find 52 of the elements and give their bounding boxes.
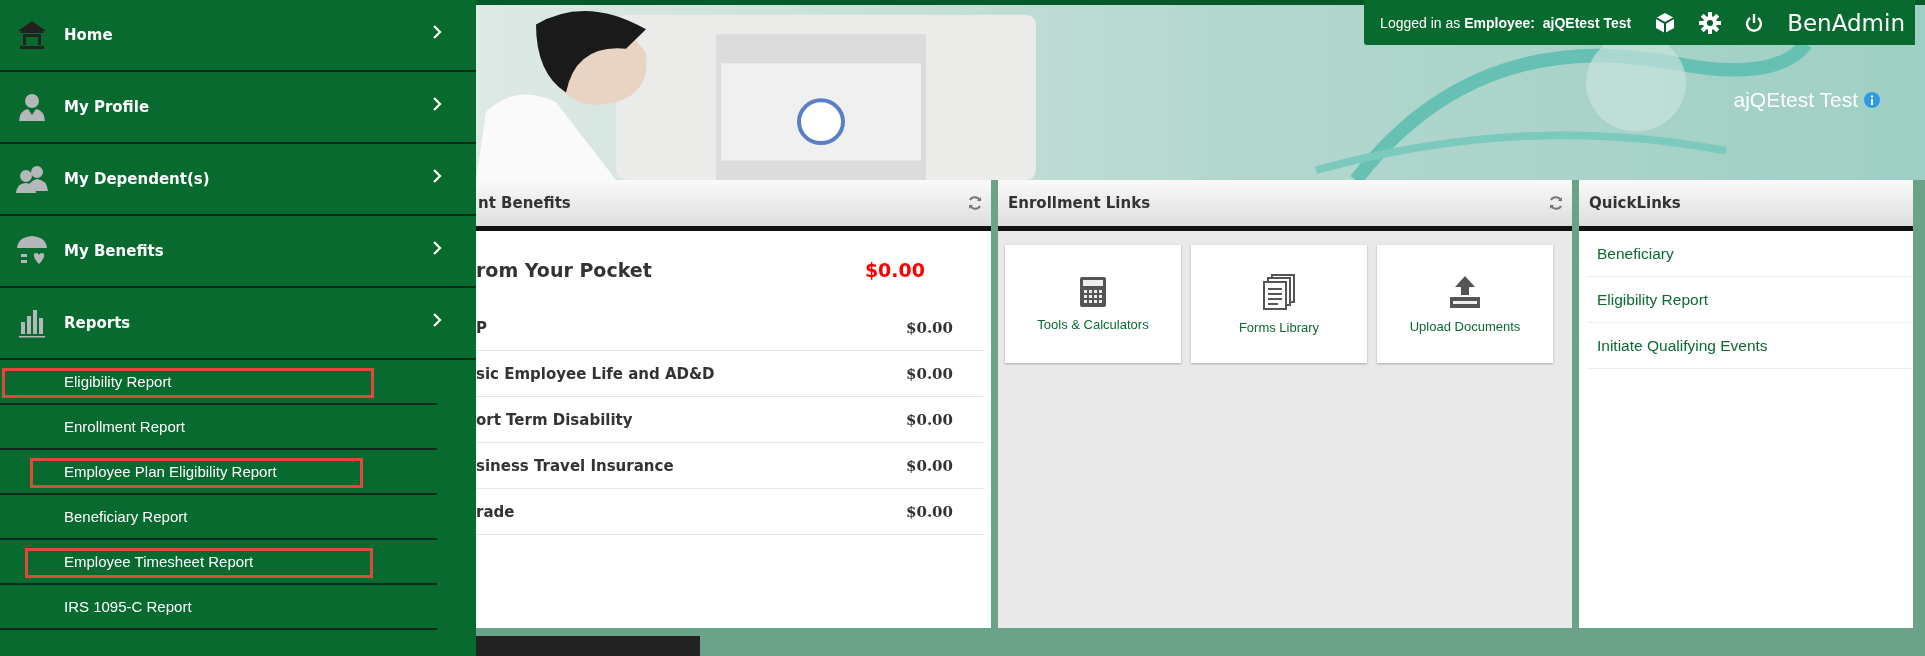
sidebar-subitem[interactable]: Beneficiary Report: [0, 495, 437, 540]
login-status: Logged in as Employee: ajQEtest Test: [1380, 14, 1632, 31]
quick-link[interactable]: Beneficiary: [1587, 231, 1913, 277]
cube-icon[interactable]: [1655, 11, 1676, 34]
benefit-name: ort Term Disability: [476, 410, 633, 429]
refresh-icon[interactable]: [1548, 195, 1564, 211]
benefit-name: sic Employee Life and AD&D: [476, 364, 715, 383]
sidebar-item[interactable]: My Profile: [0, 72, 476, 144]
total-amount: $0.00: [864, 259, 925, 281]
benefit-amount: $0.00: [906, 502, 953, 521]
documents-icon: [1262, 273, 1296, 310]
people-icon: [15, 163, 49, 195]
sidebar-item[interactable]: Home: [0, 0, 476, 72]
panel-title: nt Benefits: [478, 194, 571, 212]
quick-link[interactable]: Initiate Qualifying Events: [1587, 323, 1913, 369]
sidebar-item[interactable]: My Dependent(s): [0, 144, 476, 216]
brand-name: BenAdmin: [1787, 9, 1905, 36]
sidebar-subitem[interactable]: IRS 1095-C Report: [0, 585, 437, 630]
chevron-right-icon: [433, 97, 442, 111]
sidebar-item[interactable]: My Benefits: [0, 216, 476, 288]
chevron-right-icon: [433, 241, 442, 255]
benefit-name: rade: [476, 502, 515, 521]
refresh-icon[interactable]: [967, 195, 983, 211]
chevron-right-icon: [433, 25, 442, 39]
sidebar-subitem[interactable]: Employee Plan Eligibility Report: [0, 450, 437, 495]
benefit-amount: $0.00: [906, 410, 953, 429]
upload-icon: [1448, 274, 1482, 309]
benefit-amount: $0.00: [906, 318, 953, 337]
total-label: rom Your Pocket: [476, 259, 652, 281]
benefit-name: P: [476, 318, 487, 337]
power-icon[interactable]: [1745, 12, 1764, 33]
benefit-amount: $0.00: [906, 456, 953, 475]
benefit-amount: $0.00: [906, 364, 953, 383]
sidebar-item[interactable]: Reports: [0, 288, 476, 360]
calculator-icon: [1080, 276, 1106, 307]
sidebar-subitem[interactable]: Enrollment Report: [0, 405, 437, 450]
link-tile[interactable]: Tools & Calculators: [1005, 245, 1181, 363]
benefit-name: siness Travel Insurance: [476, 456, 674, 475]
sidebar-subitem[interactable]: Employee Timesheet Report: [0, 540, 437, 585]
panel-title: QuickLinks: [1589, 194, 1681, 212]
chevron-right-icon: [433, 169, 442, 183]
person-icon: [16, 91, 48, 123]
house-icon: [16, 19, 48, 51]
chevron-right-icon: [433, 313, 442, 327]
bar-chart-icon: [17, 308, 47, 338]
quick-link[interactable]: Eligibility Report: [1587, 277, 1913, 323]
link-tile[interactable]: Forms Library: [1191, 245, 1367, 363]
link-tile[interactable]: Upload Documents: [1377, 245, 1553, 363]
sidebar-subitem[interactable]: Eligibility Report: [0, 360, 437, 405]
user-name: ajQEtest Test: [1733, 88, 1858, 112]
panel-title: Enrollment Links: [1008, 194, 1151, 212]
info-icon[interactable]: [1864, 92, 1880, 108]
